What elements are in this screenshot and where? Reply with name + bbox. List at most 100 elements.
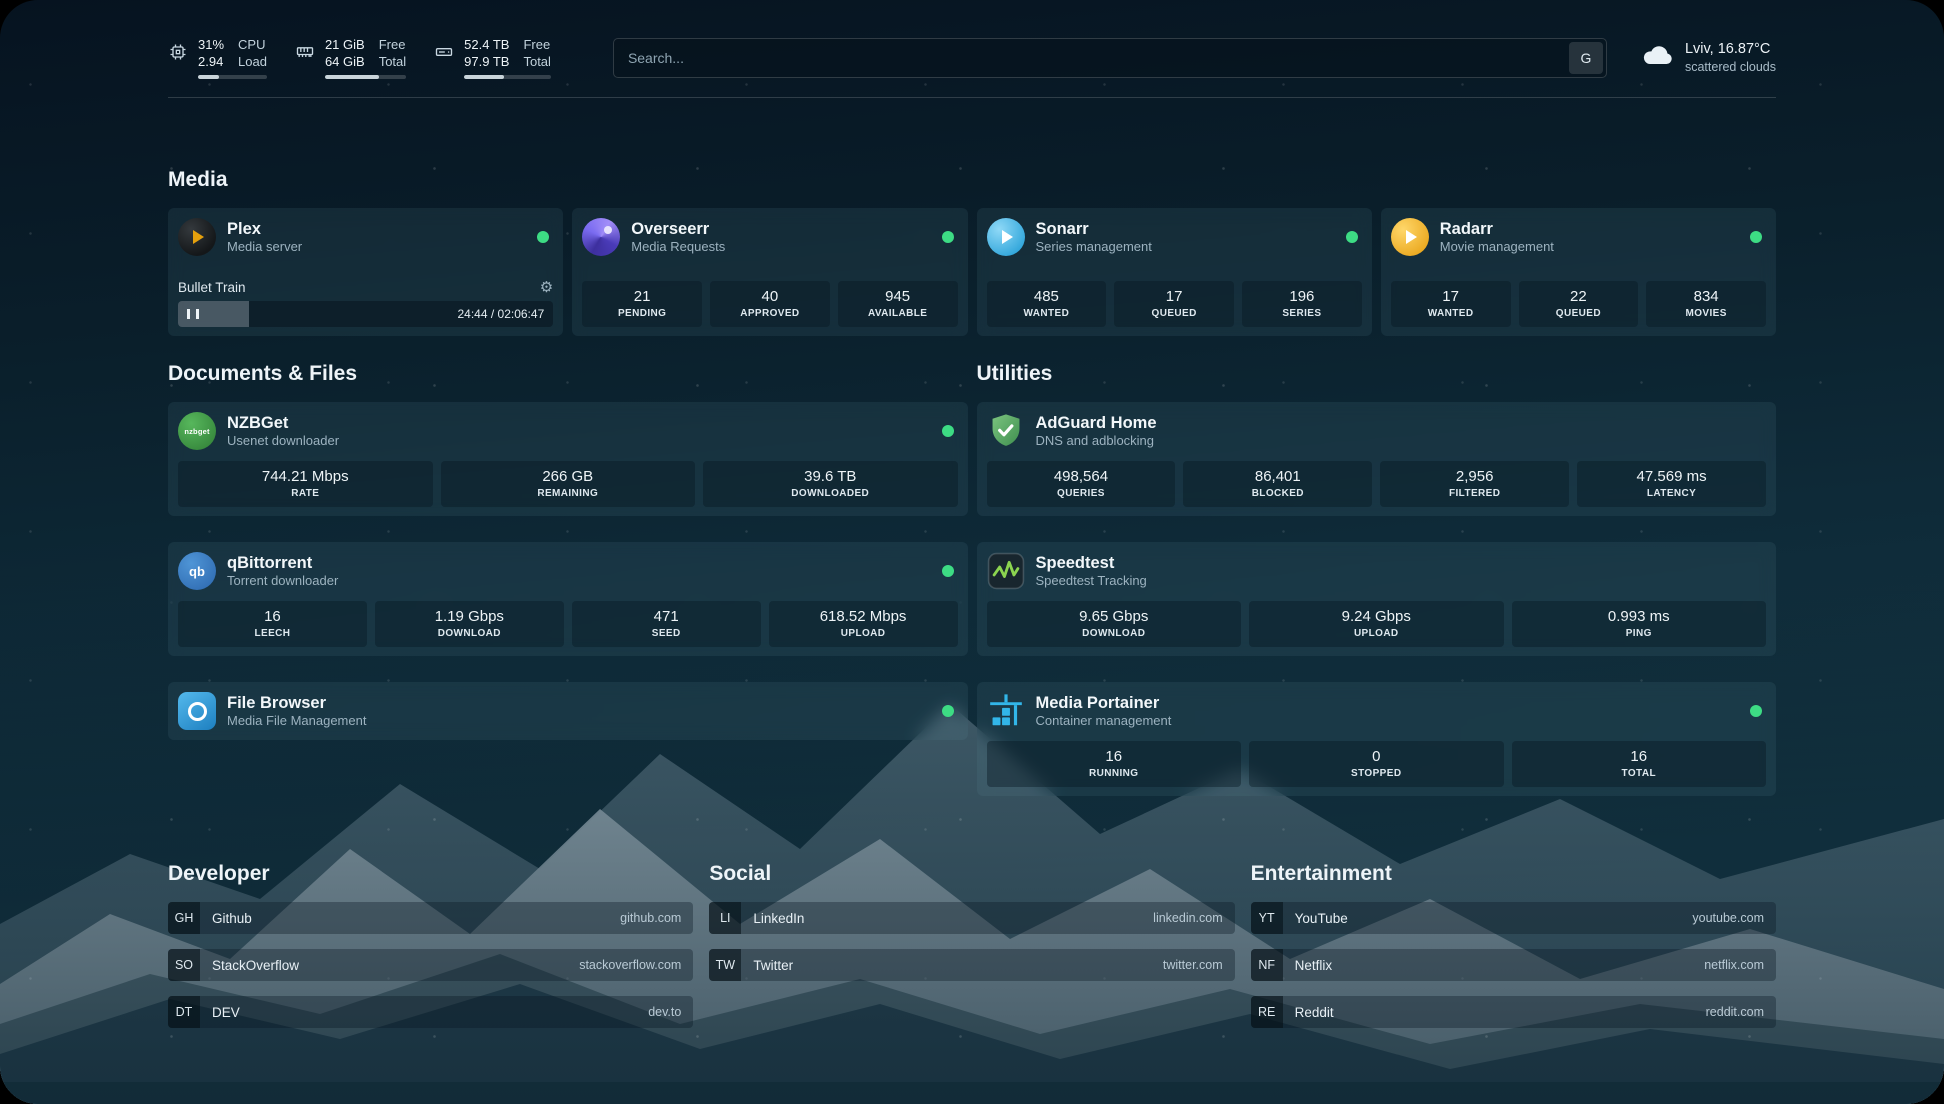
cpu-usage-label: CPU bbox=[238, 36, 267, 53]
service-card-overseerr[interactable]: Overseerr Media Requests 21 PENDING 40 A… bbox=[572, 208, 967, 336]
service-card-radarr[interactable]: Radarr Movie management 17 WANTED 22 QUE… bbox=[1381, 208, 1776, 336]
service-desc: Media File Management bbox=[227, 713, 366, 729]
stat-tile: 0.993 ms PING bbox=[1512, 601, 1767, 647]
filebrowser-icon bbox=[178, 692, 216, 730]
service-name: Sonarr bbox=[1036, 219, 1152, 239]
service-card-plex[interactable]: Plex Media server Bullet Train 24:44 / 0… bbox=[168, 208, 563, 336]
memory-icon bbox=[295, 42, 315, 67]
portainer-icon bbox=[987, 692, 1025, 730]
service-card-adguard[interactable]: AdGuard Home DNS and adblocking 498,564 … bbox=[977, 402, 1777, 516]
service-card-filebrowser[interactable]: File Browser Media File Management bbox=[168, 682, 968, 740]
service-desc: Usenet downloader bbox=[227, 433, 339, 449]
bookmark-name: Github bbox=[212, 911, 252, 926]
bookmark-reddit[interactable]: RE Reddit reddit.com bbox=[1251, 996, 1776, 1028]
bookmark-dev[interactable]: DT DEV dev.to bbox=[168, 996, 693, 1028]
status-dot bbox=[537, 231, 549, 243]
service-card-sonarr[interactable]: Sonarr Series management 485 WANTED 17 Q… bbox=[977, 208, 1372, 336]
search-input[interactable] bbox=[613, 38, 1607, 78]
status-dot bbox=[1346, 231, 1358, 243]
stat-tile: 16 TOTAL bbox=[1512, 741, 1767, 787]
bookmark-name: DEV bbox=[212, 1005, 240, 1020]
stat-tile: 47.569 ms LATENCY bbox=[1577, 461, 1766, 507]
bookmark-twitter[interactable]: TW Twitter twitter.com bbox=[709, 949, 1234, 981]
nzbget-icon: nzbget bbox=[178, 412, 216, 450]
stat-tile: 86,401 BLOCKED bbox=[1183, 461, 1372, 507]
bookmark-name: Reddit bbox=[1295, 1005, 1334, 1020]
stat-tile: 1.19 Gbps DOWNLOAD bbox=[375, 601, 564, 647]
bookmark-url: twitter.com bbox=[1163, 958, 1223, 972]
bookmark-linkedin[interactable]: LI LinkedIn linkedin.com bbox=[709, 902, 1234, 934]
sonarr-icon bbox=[987, 218, 1025, 256]
bookmark-name: YouTube bbox=[1295, 911, 1348, 926]
service-name: qBittorrent bbox=[227, 553, 338, 573]
pause-icon[interactable] bbox=[187, 309, 199, 319]
media-cards-row: Plex Media server Bullet Train 24:44 / 0… bbox=[168, 208, 1776, 336]
bookmarks-entertainment: Entertainment YT YouTube youtube.com NF … bbox=[1251, 862, 1776, 1043]
dashboard-screen: 31% CPU 2.94 Load bbox=[0, 0, 1944, 1104]
memory-progress-bar bbox=[325, 75, 406, 79]
section-heading-social: Social bbox=[709, 862, 1234, 886]
weather-location: Lviv, 16.87°C bbox=[1685, 40, 1776, 59]
bookmark-abbr: TW bbox=[709, 949, 741, 981]
status-dot bbox=[942, 231, 954, 243]
status-dot bbox=[942, 425, 954, 437]
plex-progress-bar[interactable]: 24:44 / 02:06:47 bbox=[178, 301, 553, 327]
bookmarks-social: Social LI LinkedIn linkedin.com TW Twitt… bbox=[709, 862, 1234, 1043]
bookmarks-developer: Developer GH Github github.com SO StackO… bbox=[168, 862, 693, 1043]
stat-tile: 39.6 TB DOWNLOADED bbox=[703, 461, 958, 507]
service-name: Media Portainer bbox=[1036, 693, 1172, 713]
cpu-usage-value: 31% bbox=[198, 36, 224, 53]
service-name: Overseerr bbox=[631, 219, 725, 239]
disk-widget: 52.4 TB Free 97.9 TB Total bbox=[434, 36, 551, 79]
service-desc: Speedtest Tracking bbox=[1036, 573, 1147, 589]
bookmark-url: github.com bbox=[620, 911, 681, 925]
status-dot bbox=[942, 565, 954, 577]
stat-tile: 0 STOPPED bbox=[1249, 741, 1504, 787]
bookmark-youtube[interactable]: YT YouTube youtube.com bbox=[1251, 902, 1776, 934]
search-provider-button[interactable]: G bbox=[1569, 42, 1603, 74]
radarr-icon bbox=[1391, 218, 1429, 256]
service-name: NZBGet bbox=[227, 413, 339, 433]
bookmark-stackoverflow[interactable]: SO StackOverflow stackoverflow.com bbox=[168, 949, 693, 981]
disk-icon bbox=[434, 42, 454, 67]
section-heading-documents: Documents & Files bbox=[168, 362, 968, 386]
search-bar: G bbox=[613, 38, 1607, 78]
service-name: Radarr bbox=[1440, 219, 1554, 239]
service-card-portainer[interactable]: Media Portainer Container management 16 … bbox=[977, 682, 1777, 796]
stat-tile: 498,564 QUERIES bbox=[987, 461, 1176, 507]
service-desc: Series management bbox=[1036, 239, 1152, 255]
stat-tile: 16 LEECH bbox=[178, 601, 367, 647]
qbittorrent-icon-label: qb bbox=[189, 564, 205, 579]
stat-tile: 40 APPROVED bbox=[710, 281, 830, 327]
nzbget-icon-label: nzbget bbox=[184, 427, 209, 436]
bookmark-abbr: YT bbox=[1251, 902, 1283, 934]
bookmark-url: reddit.com bbox=[1706, 1005, 1764, 1019]
weather-condition: scattered clouds bbox=[1685, 59, 1776, 76]
service-name: File Browser bbox=[227, 693, 366, 713]
service-card-nzbget[interactable]: nzbget NZBGet Usenet downloader 744.21 M… bbox=[168, 402, 968, 516]
bookmark-name: Twitter bbox=[753, 958, 793, 973]
gear-icon[interactable] bbox=[540, 280, 553, 295]
stat-tile: 834 MOVIES bbox=[1646, 281, 1766, 327]
memory-widget: 21 GiB Free 64 GiB Total bbox=[295, 36, 406, 79]
disk-total-label: Total bbox=[523, 53, 550, 70]
speedtest-icon bbox=[987, 552, 1025, 590]
bookmark-abbr: RE bbox=[1251, 996, 1283, 1028]
service-name: AdGuard Home bbox=[1036, 413, 1157, 433]
service-desc: Movie management bbox=[1440, 239, 1554, 255]
service-card-qbittorrent[interactable]: qb qBittorrent Torrent downloader 16 LEE… bbox=[168, 542, 968, 656]
service-card-speedtest[interactable]: Speedtest Speedtest Tracking 9.65 Gbps D… bbox=[977, 542, 1777, 656]
bookmark-netflix[interactable]: NF Netflix netflix.com bbox=[1251, 949, 1776, 981]
bookmark-abbr: DT bbox=[168, 996, 200, 1028]
stat-tile: 945 AVAILABLE bbox=[838, 281, 958, 327]
utilities-column: Utilities AdGuard bbox=[977, 362, 1777, 796]
bookmark-abbr: NF bbox=[1251, 949, 1283, 981]
stat-tile: 471 SEED bbox=[572, 601, 761, 647]
bookmark-github[interactable]: GH Github github.com bbox=[168, 902, 693, 934]
service-desc: Media Requests bbox=[631, 239, 725, 255]
stat-tile: 17 WANTED bbox=[1391, 281, 1511, 327]
qbittorrent-icon: qb bbox=[178, 552, 216, 590]
memory-free-value: 21 GiB bbox=[325, 36, 365, 53]
memory-total-value: 64 GiB bbox=[325, 53, 365, 70]
stat-tile: 266 GB REMAINING bbox=[441, 461, 696, 507]
